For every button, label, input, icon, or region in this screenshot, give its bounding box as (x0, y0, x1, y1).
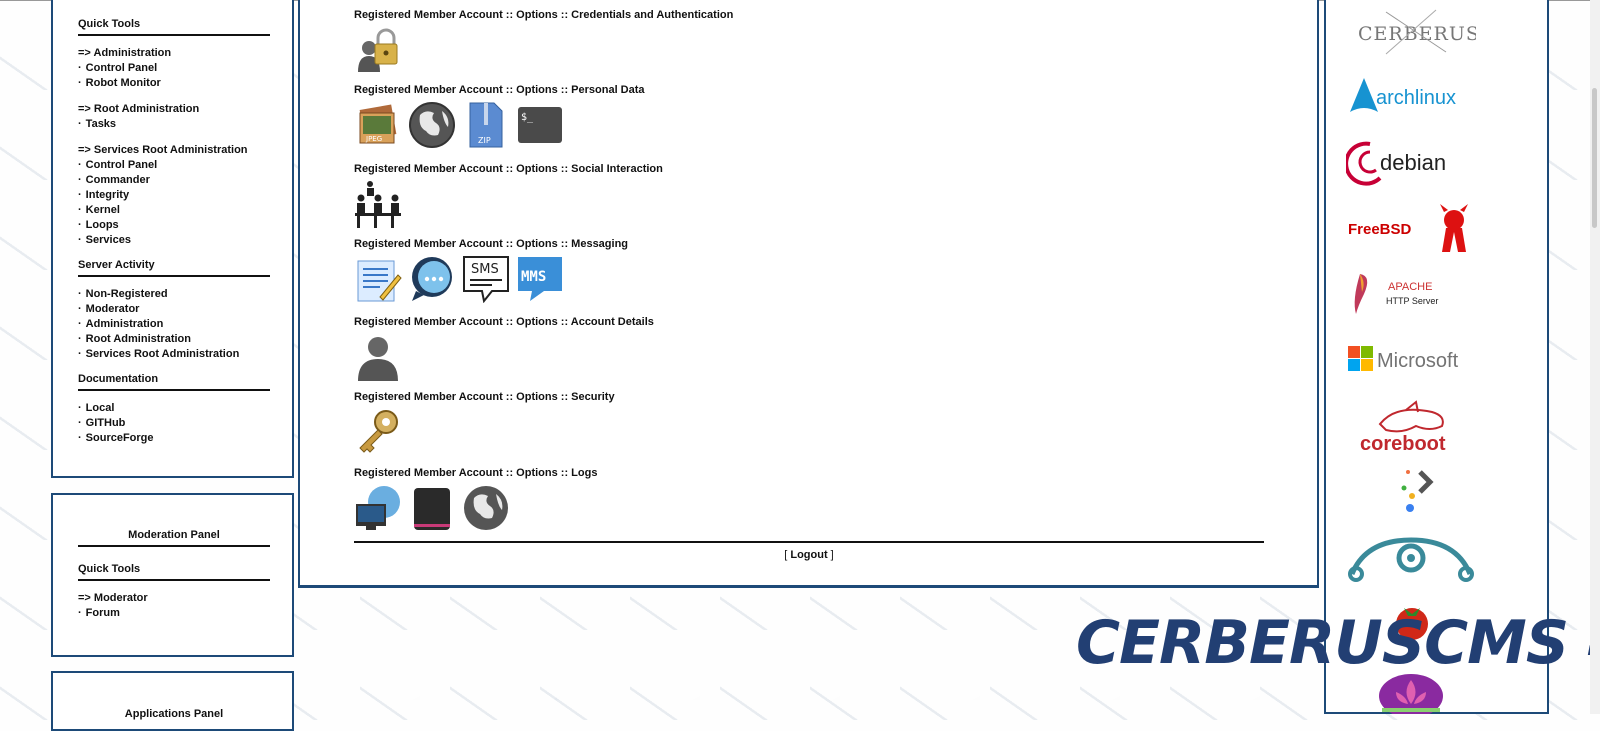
logout-bracket-close: ] (827, 549, 834, 561)
local-docs-link[interactable]: Local (78, 401, 270, 416)
freebsd-logo[interactable]: FreeBSD (1346, 202, 1476, 256)
section-title: Registered Member Account :: Options :: … (354, 9, 734, 21)
admin-panel: Quick Tools => Administration Control Pa… (51, 0, 294, 478)
tasks-link[interactable]: Tasks (78, 117, 270, 132)
moderation-quick-tools-title: Quick Tools (78, 563, 141, 575)
divider (78, 389, 270, 391)
github-link[interactable]: GITHub (78, 416, 270, 431)
services-root-admin-group-link[interactable]: => Services Root Administration (78, 143, 270, 158)
cerberus-logo[interactable]: CERBERUS (1346, 6, 1476, 56)
credentials-section: Registered Member Account :: Options :: … (354, 9, 733, 74)
divider (78, 579, 270, 581)
kernel-link[interactable]: Kernel (78, 203, 270, 218)
mms-icon[interactable]: MMS (516, 255, 564, 303)
user-silhouette-icon[interactable] (354, 333, 402, 381)
freebsd-logo-text: FreeBSD (1348, 221, 1412, 238)
account-options-panel: Registered Member Account :: Options :: … (298, 0, 1319, 588)
loops-link[interactable]: Loops (78, 218, 270, 233)
key-icon[interactable] (354, 408, 402, 456)
applications-panel: Applications Panel (51, 671, 294, 731)
section-title: Registered Member Account :: Options :: … (354, 163, 663, 175)
scrollbar-thumb[interactable] (1592, 88, 1597, 228)
social-interaction-section: Registered Member Account :: Options :: … (354, 163, 663, 228)
commander-link[interactable]: Commander (78, 173, 270, 188)
robot-monitor-link[interactable]: Robot Monitor (78, 76, 270, 91)
services-control-panel-link[interactable]: Control Panel (78, 158, 270, 173)
globe-icon[interactable] (408, 101, 456, 149)
account-details-section: Registered Member Account :: Options :: … (354, 316, 654, 381)
personal-data-section: Registered Member Account :: Options :: … (354, 84, 645, 149)
moderation-panel-content: Moderation Panel Quick Tools => Moderato… (78, 495, 270, 621)
coreboot-logo-text: coreboot (1360, 433, 1446, 454)
sms-label: SMS (471, 262, 499, 277)
apache-logo-text: APACHE (1388, 281, 1432, 293)
terminal-prompt: $_ (521, 112, 534, 123)
moderator-group-link[interactable]: => Moderator (78, 591, 270, 606)
forum-link[interactable]: Forum (78, 606, 270, 621)
zip-archive-icon[interactable]: ZIP (462, 101, 510, 149)
jpeg-images-icon[interactable]: JPEG (354, 101, 402, 149)
microsoft-logo[interactable]: Microsoft (1346, 340, 1476, 376)
section-title: Registered Member Account :: Options :: … (354, 467, 598, 479)
globe-icon[interactable] (462, 484, 510, 532)
coreboot-logo[interactable]: coreboot (1346, 400, 1476, 454)
lineageos-logo[interactable] (1346, 534, 1476, 586)
terminal-icon[interactable]: $_ (516, 101, 564, 149)
quick-tools-title: Quick Tools (78, 18, 141, 30)
meeting-people-icon[interactable] (354, 180, 402, 228)
section-title: Registered Member Account :: Options :: … (354, 84, 645, 96)
moderation-panel-title: Moderation Panel (128, 529, 220, 541)
zip-label: ZIP (478, 136, 491, 145)
jpeg-label: JPEG (365, 135, 382, 143)
applications-panel-title: Applications Panel (124, 708, 224, 720)
section-title: Registered Member Account :: Options :: … (354, 316, 654, 328)
quick-tools-section: Quick Tools => Administration Control Pa… (78, 18, 270, 446)
section-title: Registered Member Account :: Options :: … (354, 391, 615, 403)
notepad-edit-icon[interactable] (354, 255, 402, 303)
services-root-administration-activity-link[interactable]: Services Root Administration (78, 347, 270, 362)
logs-section: Registered Member Account :: Options :: … (354, 467, 597, 532)
divider (78, 34, 270, 36)
non-registered-link[interactable]: Non-Registered (78, 287, 270, 302)
padlock-user-icon[interactable] (354, 26, 402, 74)
admin-group-link[interactable]: => Administration (78, 46, 270, 61)
mms-label: MMS (521, 269, 546, 285)
server-activity-title: Server Activity (78, 259, 155, 271)
logout-row: [ Logout ] (354, 549, 1264, 561)
divider (78, 545, 270, 547)
logos-panel: CERBERUS archlinux debian FreeBSD APACHE… (1324, 0, 1549, 714)
security-section: Registered Member Account :: Options :: … (354, 391, 615, 456)
root-admin-group-link[interactable]: => Root Administration (78, 102, 270, 117)
integrity-link[interactable]: Integrity (78, 188, 270, 203)
brand-title: CERBERUSCMS 4 (1076, 608, 1600, 678)
debian-logo-text: debian (1380, 150, 1446, 175)
moderation-panel: Moderation Panel Quick Tools => Moderato… (51, 493, 294, 657)
control-panel-link[interactable]: Control Panel (78, 61, 270, 76)
hard-drive-icon[interactable] (408, 484, 456, 532)
page-scrollbar[interactable] (1590, 0, 1600, 714)
chat-bubble-icon[interactable] (408, 255, 456, 303)
monitor-globe-icon[interactable] (354, 484, 402, 532)
apache-subtitle-text: HTTP Server (1386, 296, 1438, 306)
moderator-activity-link[interactable]: Moderator (78, 302, 270, 317)
dots-arrow-logo[interactable] (1346, 466, 1476, 514)
apache-logo[interactable]: APACHE HTTP Server (1346, 272, 1476, 316)
administration-activity-link[interactable]: Administration (78, 317, 270, 332)
applications-panel-content: Applications Panel (78, 673, 270, 720)
messaging-section: Registered Member Account :: Options :: … (354, 238, 628, 303)
sourceforge-link[interactable]: SourceForge (78, 431, 270, 446)
archlinux-logo-text: archlinux (1376, 87, 1456, 109)
debian-logo[interactable]: debian (1346, 138, 1476, 188)
logout-link[interactable]: Logout (790, 549, 827, 561)
sms-icon[interactable]: SMS (462, 255, 510, 303)
divider (78, 275, 270, 277)
microsoft-logo-text: Microsoft (1377, 350, 1459, 372)
documentation-title: Documentation (78, 373, 159, 385)
divider (354, 541, 1264, 543)
services-link[interactable]: Services (78, 233, 270, 248)
root-administration-activity-link[interactable]: Root Administration (78, 332, 270, 347)
archlinux-logo[interactable]: archlinux (1346, 74, 1476, 118)
section-title: Registered Member Account :: Options :: … (354, 238, 629, 250)
